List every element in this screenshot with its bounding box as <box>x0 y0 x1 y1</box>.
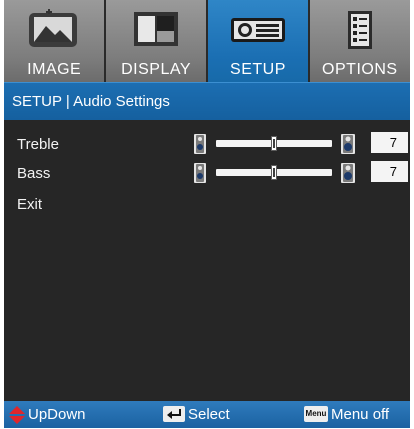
speaker-low-icon <box>194 163 206 188</box>
treble-value: 7 <box>371 132 408 153</box>
tab-bar: IMAGE DISPLAY SETUP OPTIONS <box>4 0 410 82</box>
tab-options-label: OPTIONS <box>322 61 398 78</box>
treble-slider-knob[interactable] <box>271 136 277 151</box>
speaker-high-icon <box>341 134 355 159</box>
osd-menu: IMAGE DISPLAY SETUP OPTIONS SETUP | Audi… <box>4 0 410 428</box>
select-hint: Select <box>188 406 230 423</box>
speaker-high-icon <box>341 163 355 188</box>
treble-slider[interactable] <box>216 136 332 151</box>
updown-arrows-icon <box>9 406 25 429</box>
display-icon <box>130 8 182 55</box>
settings-panel: Treble 7 Bass 7 Exit <box>4 120 410 401</box>
options-list-icon <box>343 8 377 59</box>
tab-image-label: IMAGE <box>27 61 82 78</box>
treble-label: Treble <box>17 136 59 153</box>
menu-off-hint: Menu off <box>331 406 390 423</box>
enter-key-icon <box>163 406 185 422</box>
page-title: SETUP | Audio Settings <box>12 93 170 110</box>
bass-slider-knob[interactable] <box>271 165 277 180</box>
tab-setup[interactable]: SETUP <box>207 0 309 82</box>
tab-options[interactable]: OPTIONS <box>309 0 410 82</box>
projector-icon <box>227 8 289 53</box>
exit-label: Exit <box>17 196 43 213</box>
image-icon <box>26 8 82 55</box>
tab-display[interactable]: DISPLAY <box>105 0 207 82</box>
speaker-low-icon <box>194 134 206 159</box>
tab-setup-label: SETUP <box>230 61 286 78</box>
bass-label: Bass <box>17 165 51 182</box>
section-header: SETUP | Audio Settings <box>4 82 410 120</box>
bass-slider[interactable] <box>216 165 332 180</box>
updown-hint: UpDown <box>28 406 86 423</box>
exit-row[interactable]: Exit <box>4 192 410 218</box>
menu-key-icon: Menu <box>304 406 328 422</box>
treble-row[interactable]: Treble 7 <box>4 132 410 158</box>
bass-value: 7 <box>371 161 408 182</box>
bass-row[interactable]: Bass 7 <box>4 161 410 187</box>
tab-display-label: DISPLAY <box>121 61 192 78</box>
tab-image[interactable]: IMAGE <box>4 0 105 82</box>
footer-hints: UpDown Select Menu Menu off <box>4 401 410 428</box>
